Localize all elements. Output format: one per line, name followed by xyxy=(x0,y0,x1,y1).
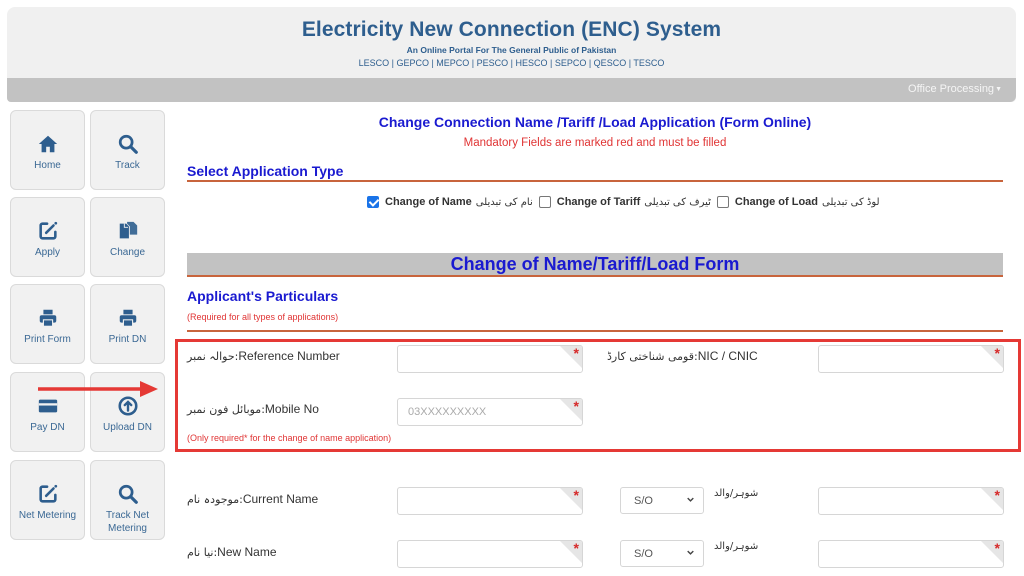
sidebar-item-track[interactable]: Track xyxy=(90,110,165,190)
cnic-urdu: قومی شناختی کارڈ: xyxy=(607,350,698,363)
change-of-load-checkbox[interactable] xyxy=(716,196,729,208)
current-name-urdu: موجودہ نام: xyxy=(187,493,243,506)
divider xyxy=(187,330,1003,332)
change-of-tariff-urdu: ٹیرف کی تبدیلی xyxy=(644,196,711,208)
mobile-no-urdu: موبائل فون نمبر: xyxy=(187,403,265,416)
annotation-arrow-icon xyxy=(38,381,158,397)
caret-down-icon: ▼ xyxy=(995,85,1002,93)
reference-number-label: حوالہ نمبر:Reference Number xyxy=(187,349,340,363)
current-name-text: Current Name xyxy=(242,492,319,506)
select-type-heading: Select Application Type xyxy=(187,163,344,179)
sidebar-item-label: Upload DN xyxy=(103,422,152,433)
brand-block: Electricity New Connection (ENC) System … xyxy=(7,7,1016,78)
change-of-name-urdu: نام کی تبدیلی xyxy=(475,196,533,208)
search-icon xyxy=(118,134,138,154)
label-line-2: Metering xyxy=(108,523,147,534)
reference-number-urdu: حوالہ نمبر: xyxy=(187,350,239,363)
home-icon xyxy=(38,135,57,153)
applicant-note: (Required for all types of applications) xyxy=(187,312,339,322)
change-of-name-checkbox[interactable] xyxy=(367,196,379,208)
label-line-1: Track Net xyxy=(106,510,149,521)
site-title: Electricity New Connection (ENC) System xyxy=(301,18,722,41)
change-of-name-label: Change of Name xyxy=(385,196,472,208)
sidebar-item-print-form[interactable]: Print Form xyxy=(10,284,85,364)
edit-icon xyxy=(38,484,57,503)
new-relation-value: S/O xyxy=(634,548,653,560)
current-name-input[interactable] xyxy=(398,488,582,514)
form-title: Change Connection Name /Tariff /Load App… xyxy=(378,114,812,130)
upload-icon xyxy=(117,396,138,416)
sidebar-item-label: Pay DN xyxy=(30,422,65,433)
sidebar-item-print-dn[interactable]: Print DN xyxy=(90,284,165,364)
disco-list: LESCO | GEPCO | MEPCO | PESCO | HESCO | … xyxy=(358,58,665,68)
cnic-label: قومی شناختی کارڈ:NIC / CNIC xyxy=(607,349,758,363)
sidebar-item-track-net-metering[interactable]: Track Net Metering xyxy=(90,460,165,540)
application-type-options: Change of Name نام کی تبدیلی Change of T… xyxy=(367,196,886,208)
sidebar-item-change[interactable]: Change xyxy=(90,197,165,277)
chevron-down-icon xyxy=(687,550,694,555)
sidebar-item-label: Track xyxy=(115,160,140,171)
sidebar-item-label: Change xyxy=(109,247,146,258)
sidebar-item-apply[interactable]: Apply xyxy=(10,197,85,277)
applicant-heading: Applicant's Particulars xyxy=(187,288,339,304)
sidebar-item-label: Print Form xyxy=(24,334,71,345)
printer-icon xyxy=(39,309,56,327)
sidebar-item-label: Net Metering xyxy=(18,510,77,521)
new-name-field[interactable]: * xyxy=(397,540,583,568)
new-relation-select[interactable]: S/O xyxy=(620,540,704,567)
current-father-name-field[interactable]: * xyxy=(818,487,1004,515)
divider xyxy=(187,180,1003,182)
change-of-tariff-checkbox[interactable] xyxy=(538,196,551,208)
current-name-field[interactable]: * xyxy=(397,487,583,515)
sidebar-item-label: Home xyxy=(34,160,61,171)
sidebar-item-label: Print DN xyxy=(108,334,147,345)
change-of-load-urdu: لوڈ کی تبدیلی xyxy=(822,196,880,208)
new-relation-urdu: شوہر/والد xyxy=(714,541,759,552)
printer-icon xyxy=(119,309,136,327)
sidebar-item-home[interactable]: Home xyxy=(10,110,85,190)
mobile-no-text: Mobile No xyxy=(264,402,319,416)
current-relation-urdu: شوہر/والد xyxy=(714,488,759,499)
edit-icon xyxy=(38,221,57,240)
sidebar-item-label: Apply xyxy=(34,247,60,258)
cnic-field[interactable]: * xyxy=(818,345,1004,373)
sidebar-item-label: Track Net Metering xyxy=(91,509,164,535)
form-banner: Change of Name/Tariff/Load Form xyxy=(187,253,1003,275)
office-processing-label: Office Processing xyxy=(908,83,995,95)
chevron-down-icon xyxy=(687,497,694,502)
site-subtitle: An Online Portal For The General Public … xyxy=(406,45,617,55)
current-father-name-input[interactable] xyxy=(819,488,1003,514)
divider xyxy=(187,275,1003,277)
mandatory-note: Mandatory Fields are marked red and must… xyxy=(463,137,727,149)
current-name-label: موجودہ نام:Current Name xyxy=(187,492,318,506)
copy-icon xyxy=(119,221,137,239)
site-header: Electricity New Connection (ENC) System … xyxy=(7,7,1016,102)
navbar: Office Processing▼ xyxy=(7,78,1016,102)
reference-number-field[interactable]: * xyxy=(397,345,583,373)
credit-card-icon xyxy=(38,399,57,413)
search-icon xyxy=(118,484,138,504)
reference-number-text: Reference Number xyxy=(238,349,340,363)
new-name-text: New Name xyxy=(217,545,277,559)
new-name-urdu: نیا نام: xyxy=(187,546,218,559)
current-relation-select[interactable]: S/O xyxy=(620,487,704,514)
cnic-text: NIC / CNIC xyxy=(697,349,758,363)
new-father-name-field[interactable]: * xyxy=(818,540,1004,568)
reference-number-input[interactable] xyxy=(398,346,582,372)
current-relation-value: S/O xyxy=(634,495,653,507)
new-name-input[interactable] xyxy=(398,541,582,567)
mobile-note: (Only required* for the change of name a… xyxy=(187,433,392,443)
office-processing-menu[interactable]: Office Processing▼ xyxy=(908,83,1002,95)
mobile-no-input[interactable] xyxy=(398,399,582,425)
mobile-no-label: موبائل فون نمبر:Mobile No xyxy=(187,402,319,416)
new-father-name-input[interactable] xyxy=(819,541,1003,567)
change-of-tariff-label: Change of Tariff xyxy=(556,196,641,208)
change-of-load-label: Change of Load xyxy=(734,196,818,208)
sidebar-item-net-metering[interactable]: Net Metering xyxy=(10,460,85,540)
new-name-label: نیا نام:New Name xyxy=(187,545,277,559)
cnic-input[interactable] xyxy=(819,346,1003,372)
mobile-no-field[interactable]: * xyxy=(397,398,583,426)
